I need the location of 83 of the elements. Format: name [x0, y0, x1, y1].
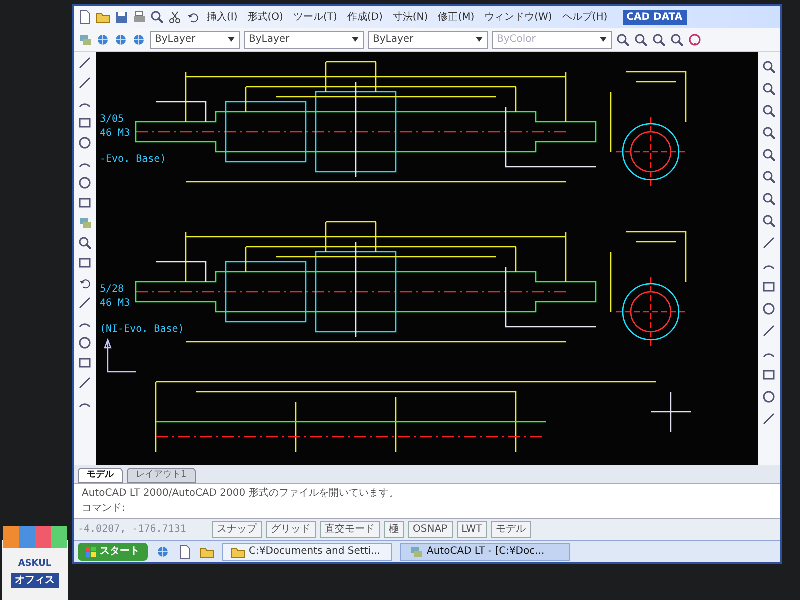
- magnifier-icon[interactable]: [762, 60, 776, 74]
- status-toggle[interactable]: 直交モード: [320, 521, 380, 538]
- caret-icon: [476, 37, 483, 42]
- menu-item[interactable]: 挿入(I): [204, 10, 241, 24]
- line-icon[interactable]: [78, 376, 92, 390]
- command-line-text: コマンド:: [82, 502, 126, 516]
- caret-icon: [600, 37, 607, 42]
- circle-icon[interactable]: [78, 176, 92, 190]
- drawing-tab[interactable]: モデル: [78, 468, 123, 483]
- coordinate-readout: -4.0207, -176.7131: [78, 523, 188, 537]
- property-dropdown[interactable]: ByLayer: [150, 30, 240, 48]
- drawing-label: 3/05: [100, 113, 124, 127]
- magnifier-icon[interactable]: [762, 148, 776, 162]
- line-icon[interactable]: [78, 296, 92, 310]
- brand-label: ASKUL: [18, 558, 52, 571]
- windows-flag-icon: [86, 546, 96, 556]
- magnifier-icon[interactable]: [634, 32, 648, 46]
- command-line-text: AutoCAD LT 2000/AutoCAD 2000 形式のファイルを開いています。: [82, 486, 400, 501]
- property-dropdown[interactable]: ByLayer: [368, 30, 488, 48]
- menu-item[interactable]: ヘルプ(H): [559, 10, 611, 24]
- line-icon[interactable]: [762, 236, 776, 250]
- property-dropdown[interactable]: ByLayer: [244, 30, 364, 48]
- circle-icon[interactable]: [762, 390, 776, 404]
- printer-icon[interactable]: [132, 10, 146, 24]
- drawing-label: 5/28: [100, 283, 124, 297]
- status-toggle[interactable]: モデル: [491, 521, 532, 538]
- magnifier-icon[interactable]: [616, 32, 630, 46]
- caret-icon: [352, 37, 359, 42]
- drawing-label: 46 M3: [100, 297, 130, 311]
- drawing-label: (NI-Evo. Base): [100, 323, 184, 337]
- magnifier-icon[interactable]: [762, 214, 776, 228]
- magnifier-icon[interactable]: [762, 170, 776, 184]
- globe-icon[interactable]: [156, 544, 170, 558]
- line-icon[interactable]: [762, 324, 776, 338]
- status-toggle[interactable]: OSNAP: [408, 521, 453, 538]
- document-icon[interactable]: [178, 544, 192, 558]
- window-title: CAD DATA: [622, 10, 687, 24]
- crosshair-cursor-icon: [650, 391, 692, 433]
- drawing-tab[interactable]: レイアウト1: [127, 468, 196, 483]
- rectangle-icon[interactable]: [762, 280, 776, 294]
- line-icon[interactable]: [78, 56, 92, 70]
- line-icon[interactable]: [78, 76, 92, 90]
- globe-icon[interactable]: [132, 32, 146, 46]
- product-label: オフィス: [11, 572, 59, 588]
- globe-icon[interactable]: [114, 32, 128, 46]
- menu-item[interactable]: 修正(M): [435, 10, 478, 24]
- ucs-axis-icon: [104, 338, 136, 373]
- menu-item[interactable]: ウィンドウ(W): [482, 10, 556, 24]
- rectangle-icon[interactable]: [762, 368, 776, 382]
- circle-icon[interactable]: [78, 136, 92, 150]
- menu-item[interactable]: 作成(D): [344, 10, 386, 24]
- status-toggle[interactable]: スナップ: [212, 521, 262, 538]
- caret-icon: [228, 37, 235, 42]
- magnifier-icon[interactable]: [762, 104, 776, 118]
- menu-item[interactable]: ツール(T): [290, 10, 340, 24]
- globe-icon[interactable]: [96, 32, 110, 46]
- scissors-icon[interactable]: [168, 10, 182, 24]
- taskbar-button[interactable]: C:¥Documents and Setti...: [222, 542, 392, 560]
- drawing-canvas[interactable]: 3/05 46 M3 -Evo. Base) 5/28 46 M3 (NI-Evo. Base): [96, 52, 758, 465]
- menu-item[interactable]: 形式(O): [244, 10, 286, 24]
- circle-icon[interactable]: [762, 302, 776, 316]
- rectangle-icon[interactable]: [78, 196, 92, 210]
- magnifier-icon[interactable]: [150, 10, 164, 24]
- status-toggle[interactable]: 極: [384, 521, 404, 538]
- circle-icon[interactable]: [78, 336, 92, 350]
- magnifier-icon[interactable]: [78, 236, 92, 250]
- magnifier-icon[interactable]: [762, 192, 776, 206]
- rectangle-icon[interactable]: [78, 256, 92, 270]
- rectangle-icon[interactable]: [78, 356, 92, 370]
- drawing-label: -Evo. Base): [100, 153, 166, 167]
- status-toggle[interactable]: LWT: [456, 521, 488, 538]
- magnifier-icon[interactable]: [762, 126, 776, 140]
- save-icon[interactable]: [114, 10, 128, 24]
- magnifier-icon[interactable]: [652, 32, 666, 46]
- rectangle-icon[interactable]: [78, 116, 92, 130]
- drawing-label: 46 M3: [100, 127, 130, 141]
- document-icon[interactable]: [78, 10, 92, 24]
- taskbar-button[interactable]: AutoCAD LT - [C:¥Doc...: [400, 542, 570, 560]
- menu-item[interactable]: 寸法(N): [390, 10, 432, 24]
- magnifier-icon[interactable]: [670, 32, 684, 46]
- magnifier-icon[interactable]: [762, 82, 776, 96]
- status-toggle[interactable]: グリッド: [266, 521, 316, 538]
- line-icon[interactable]: [762, 412, 776, 426]
